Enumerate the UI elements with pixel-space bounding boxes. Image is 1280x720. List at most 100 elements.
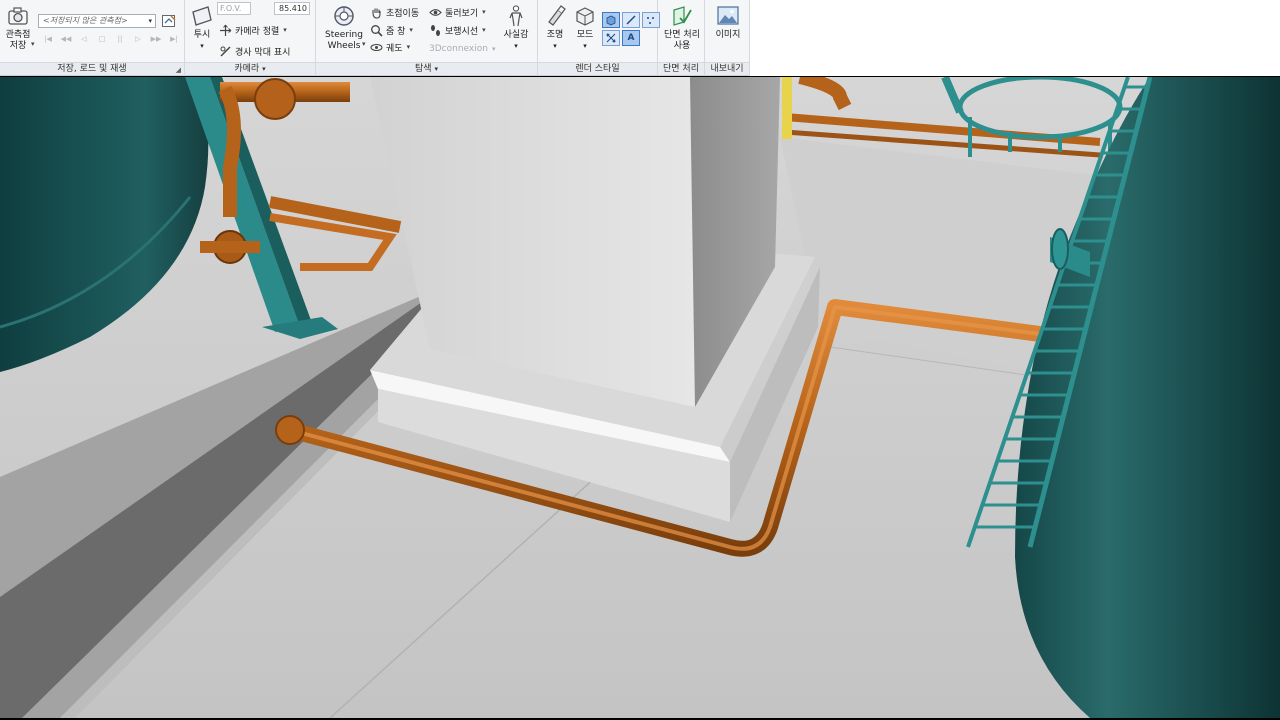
3dconnexion-label: 3Dconnexion (429, 44, 488, 54)
look-around-button[interactable]: 둘러보기 ▾ (429, 4, 486, 20)
mode-button[interactable]: 모드 ▾ (572, 4, 598, 52)
steering-wheels-label-2: Wheels (327, 41, 361, 51)
magnifier-icon (371, 24, 383, 37)
line-icon (626, 15, 636, 25)
flashlight-icon (548, 5, 566, 26)
last-frame-icon[interactable]: ▶| (166, 33, 182, 45)
enable-sectioning-label-1: 단면 처리 (664, 30, 700, 40)
nozzle-flange (1051, 228, 1069, 270)
eye-icon (429, 8, 442, 16)
chevron-down-icon: ▾ (514, 42, 518, 50)
save-viewpoint-label-2: 저장 (9, 41, 27, 51)
orbit-label: 궤도 (386, 43, 403, 54)
walk-label: 보행시선 (445, 26, 479, 37)
full-render-tile[interactable] (602, 12, 620, 28)
section-plane-icon (673, 6, 692, 26)
steering-wheel-icon (334, 6, 354, 26)
pipe-elbow (275, 415, 305, 445)
zoom-label: 줌 창 (386, 26, 406, 37)
look-around-label: 둘러보기 (445, 8, 479, 19)
stop-icon[interactable]: □ (94, 33, 110, 45)
perspective-button[interactable]: 투시 ▾ (187, 4, 217, 52)
pause-icon[interactable]: || (112, 33, 128, 45)
footprints-icon (431, 24, 440, 36)
viewpoint-select-value: <저장되지 않은 관측점> (43, 16, 128, 25)
chevron-down-icon: ▾ (434, 65, 439, 73)
text-tile[interactable]: A (622, 30, 640, 46)
person-icon (509, 5, 523, 27)
image-export-button[interactable]: 이미지 (709, 4, 747, 41)
steering-wheels-label-1: Steering (325, 30, 363, 40)
group-title-text: 탐색 (414, 64, 432, 74)
scene-render (0, 77, 1280, 718)
chevron-down-icon: ▾ (409, 26, 413, 34)
group-navigate: Steering Wheels ▾ 초점이동 줌 창 ▾ 궤도 ▾ 둘러보기 ▾… (316, 0, 538, 76)
group-save-load: 관측점 저장 ▾ <저장되지 않은 관측점> ▾ |◀ ◀◀ ◁ □ || ▷ … (0, 0, 185, 76)
mode-label: 모드 (576, 30, 594, 40)
fov-value: 85.410 (279, 4, 307, 13)
step-forward-icon[interactable]: ▶▶ (148, 33, 164, 45)
yellow-post (782, 77, 792, 139)
fov-input[interactable]: 85.410 (274, 2, 310, 15)
group-title-text: 단면 처리 (663, 64, 699, 74)
group-title-text: 카메라 (234, 64, 260, 74)
save-viewpoint-label-1: 관측점 (5, 30, 31, 40)
show-tilt-bar-button[interactable]: 경사 막대 표시 (219, 43, 290, 59)
viewpoint-select[interactable]: <저장되지 않은 관측점> ▾ (38, 14, 156, 28)
align-camera-button[interactable]: 카메라 정렬 ▾ (219, 22, 287, 38)
chevron-down-icon: ▾ (406, 43, 411, 51)
dialog-launcher-icon[interactable]: ◢ (176, 66, 181, 74)
play-icon[interactable]: ▷ (130, 33, 146, 45)
group-title-camera[interactable]: 카메라 ▾ (185, 62, 315, 75)
steering-wheels-button[interactable]: Steering Wheels (324, 4, 364, 52)
ribbon-empty-area (750, 0, 1280, 76)
chevron-down-icon: ▾ (491, 45, 496, 53)
chevron-down-icon[interactable]: ▾ (362, 40, 366, 48)
image-icon (717, 6, 739, 25)
tile-a-label: A (627, 33, 635, 43)
chevron-down-icon: ▾ (553, 42, 557, 50)
cube-icon (576, 7, 594, 26)
3d-viewport[interactable] (0, 77, 1280, 718)
first-frame-icon[interactable]: |◀ (40, 33, 56, 45)
pipe-flange (254, 78, 296, 120)
chevron-down-icon: ▾ (148, 17, 152, 25)
pipe-segment (218, 85, 241, 217)
group-title-export: 내보내기 (705, 62, 749, 75)
pan-button[interactable]: 초점이동 (370, 4, 419, 20)
zoom-button[interactable]: 줌 창 ▾ (370, 22, 413, 38)
chevron-down-icon: ▾ (482, 8, 486, 16)
shaded-tile[interactable] (622, 12, 640, 28)
realism-button[interactable]: 사실감 ▾ (500, 4, 532, 52)
group-camera: 투시 ▾ F.O.V. 85.410 카메라 정렬 ▾ 경사 막대 표시 카메라… (185, 0, 316, 76)
walk-button[interactable]: 보행시선 ▾ (429, 22, 486, 38)
3dconnexion-button[interactable]: 3Dconnexion ▾ (429, 41, 495, 57)
chevron-down-icon: ▾ (200, 42, 204, 50)
fov-label: F.O.V. (220, 4, 242, 13)
chevron-down-icon: ▾ (262, 65, 266, 73)
hidden-line-tile[interactable] (602, 30, 620, 46)
perspective-icon (192, 6, 212, 26)
ribbon: 관측점 저장 ▾ <저장되지 않은 관측점> ▾ |◀ ◀◀ ◁ □ || ▷ … (0, 0, 1280, 76)
orbit-button[interactable]: 궤도 ▾ (370, 39, 410, 55)
group-export: 이미지 내보내기 (705, 0, 750, 76)
chevron-down-icon: ▾ (583, 42, 587, 50)
fov-label-box: F.O.V. (217, 2, 251, 15)
play-reverse-icon[interactable]: ◁ (76, 33, 92, 45)
tilt-bar-icon (220, 45, 231, 57)
render-style-tiles: A (602, 12, 660, 46)
group-title-navigate[interactable]: 탐색 ▾ (316, 62, 537, 75)
lighting-button[interactable]: 조명 ▾ (542, 4, 568, 52)
points-icon (647, 17, 654, 24)
chevron-down-icon[interactable]: ▾ (31, 40, 35, 48)
group-title-text: 내보내기 (710, 64, 744, 74)
chevron-down-icon: ▾ (283, 26, 287, 34)
manage-viewpoints-icon[interactable] (161, 13, 177, 29)
group-title-text: 저장, 로드 및 재생 (57, 64, 127, 74)
step-back-icon[interactable]: ◀◀ (58, 33, 74, 45)
lighting-label: 조명 (546, 30, 564, 40)
show-tilt-bar-label: 경사 막대 표시 (235, 47, 291, 58)
align-camera-label: 카메라 정렬 (235, 26, 280, 37)
enable-sectioning-button[interactable]: 단면 처리 사용 (660, 4, 704, 52)
save-viewpoint-button[interactable]: 관측점 저장 (2, 4, 34, 52)
